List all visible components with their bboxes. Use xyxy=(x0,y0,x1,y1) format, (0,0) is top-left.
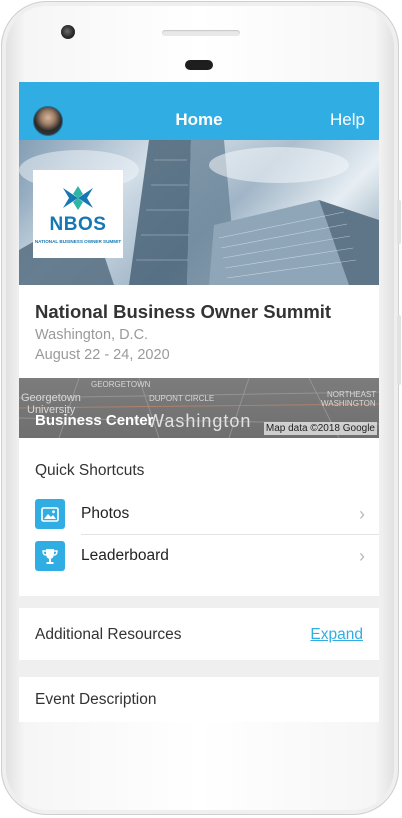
event-info-card: National Business Owner Summit Washingto… xyxy=(19,285,379,378)
earpiece-speaker xyxy=(185,60,213,70)
event-dates: August 22 - 24, 2020 xyxy=(35,347,170,363)
event-location: Washington, D.C. xyxy=(35,327,149,343)
top-slot xyxy=(162,30,240,36)
photo-icon xyxy=(35,499,65,529)
app-header: Home Help xyxy=(19,82,379,140)
event-description-title: Event Description xyxy=(35,691,157,708)
front-camera xyxy=(61,25,75,39)
map-credit: Map data ©2018 Google xyxy=(263,422,377,435)
map-label-northeast: NORTHEAST xyxy=(327,390,377,399)
quick-shortcuts-section: Quick Shortcuts Photos › Leaderboard › xyxy=(19,438,379,596)
help-link[interactable]: Help xyxy=(330,110,365,130)
quick-shortcuts-title: Quick Shortcuts xyxy=(35,462,145,479)
logo-subtitle: NATIONAL BUSINESS OWNER SUMMIT xyxy=(34,239,122,244)
power-button xyxy=(397,315,401,385)
logo-text: NBOS xyxy=(49,214,107,235)
expand-link[interactable]: Expand xyxy=(310,626,363,644)
event-description-section: Event Description xyxy=(19,677,379,722)
map-label-georgetown: GEORGETOWN xyxy=(91,380,151,389)
event-logo: NBOS NATIONAL BUSINESS OWNER SUMMIT xyxy=(33,170,123,258)
shortcut-label: Leaderboard xyxy=(81,547,169,564)
chevron-right-icon: › xyxy=(359,504,365,524)
shortcut-photos[interactable]: Photos › xyxy=(19,493,379,535)
chevron-right-icon: › xyxy=(359,546,365,566)
hero-banner: NBOS NATIONAL BUSINESS OWNER SUMMIT xyxy=(19,140,379,285)
map-label-washington: Washington xyxy=(147,411,252,431)
venue-map[interactable]: GEORGETOWN Georgetown University DUPONT … xyxy=(19,378,379,438)
event-title: National Business Owner Summit xyxy=(35,301,332,322)
header-title: Home xyxy=(175,110,223,129)
map-label-dupont-circle: DUPONT CIRCLE xyxy=(149,394,215,403)
shortcut-label: Photos xyxy=(81,505,130,522)
map-label-georgetown-university-1: Georgetown xyxy=(21,392,81,404)
trophy-icon xyxy=(35,541,65,571)
shortcut-leaderboard[interactable]: Leaderboard › xyxy=(19,535,379,577)
volume-button xyxy=(397,200,401,244)
nbos-logo-mark-icon xyxy=(63,186,93,210)
map-label-northeast-washington: WASHINGTON xyxy=(321,399,376,408)
additional-resources-title: Additional Resources xyxy=(35,626,182,643)
map-venue-label: Business Center xyxy=(35,412,154,429)
additional-resources-section: Additional Resources Expand xyxy=(19,608,379,660)
app-screen: Home Help NBOS NATIONAL BUSINESS OWNER S… xyxy=(19,82,379,722)
